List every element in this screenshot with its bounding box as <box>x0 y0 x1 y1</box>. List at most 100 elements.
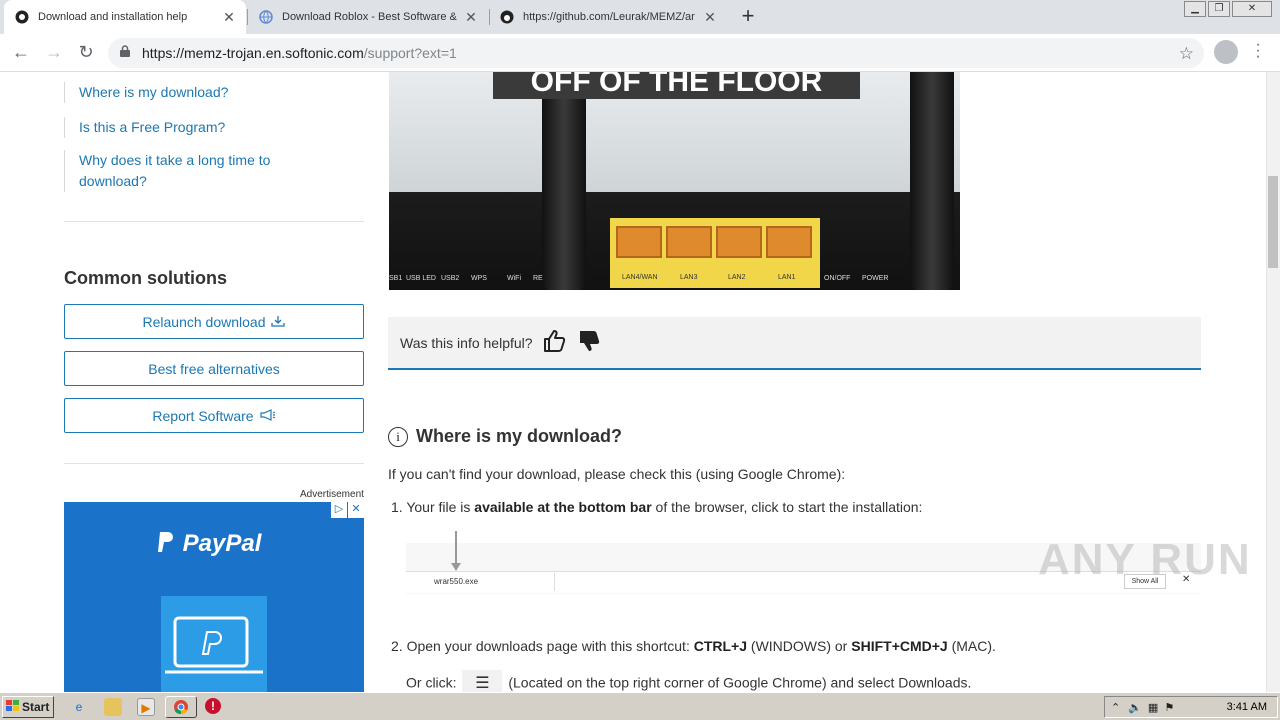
router-caption: OFF OF THE FLOOR <box>493 72 860 99</box>
tab-label: https://github.com/Leurak/MEMZ/ar <box>523 11 695 23</box>
chrome-menu-icon[interactable]: · · · <box>1250 37 1266 65</box>
step1-bold: available at the bottom bar <box>474 499 652 515</box>
globe-icon <box>258 9 274 25</box>
ad-choices[interactable]: ▷ ✕ <box>330 502 364 518</box>
panel-label: WiFi <box>507 275 521 282</box>
tray-expand-icon[interactable]: ⌃ <box>1111 701 1120 714</box>
paypal-logo: PayPal <box>156 530 261 558</box>
windows-taskbar: Start e ▶ ! ⌃ 🔈 ▦ ⚑ 3:41 AM <box>0 692 1280 720</box>
laptop-illustration <box>161 596 267 692</box>
helpful-feedback-box: Was this info helpful? <box>388 317 1201 370</box>
lan-port <box>716 226 762 258</box>
hamburger-menu-icon: ☰ <box>462 670 503 692</box>
port-label: LAN2 <box>728 274 746 281</box>
action-center-flag-icon[interactable]: ⚑ <box>1164 701 1174 714</box>
best-alternatives-button[interactable]: Best free alternatives <box>64 351 364 386</box>
info-icon: i <box>388 426 408 447</box>
sidebar-link-long-time[interactable]: Why does it take a long time to download… <box>64 150 270 192</box>
download-file-name: wrar550.exe <box>434 577 479 586</box>
tab-github-memz[interactable]: https://github.com/Leurak/MEMZ/ar ✕ <box>489 0 727 34</box>
tab-strip: Download and installation help ✕ Downloa… <box>0 0 1280 34</box>
reload-button[interactable]: ↻ <box>74 41 98 65</box>
forward-button[interactable]: → <box>42 41 66 65</box>
opera-icon[interactable]: ! <box>205 698 221 714</box>
antenna-right <box>910 72 954 290</box>
common-solutions-title: Common solutions <box>64 268 227 288</box>
panel-label: POWER <box>862 275 889 282</box>
network-icon[interactable]: ▦ <box>1148 701 1158 714</box>
window-close-button[interactable]: ✕ <box>1232 1 1272 17</box>
alternatives-label: Best free alternatives <box>148 360 280 377</box>
sidebar-link-line-1: Why does it take a long time to <box>79 152 271 168</box>
volume-icon[interactable]: 🔈 <box>1128 701 1142 714</box>
restore-button[interactable]: ❐ <box>1208 1 1230 17</box>
divider <box>64 221 364 222</box>
windows-logo-icon <box>6 699 20 715</box>
url-path: /support?ext=1 <box>363 45 457 61</box>
tab-label: Download and installation help <box>38 11 188 23</box>
strip-separator <box>554 573 555 591</box>
tab-separator <box>247 9 248 25</box>
media-player-icon[interactable]: ▶ <box>137 698 155 716</box>
chrome-taskbar-button[interactable] <box>165 696 197 718</box>
start-button[interactable]: Start <box>2 696 54 718</box>
step1-post: of the browser, click to start the insta… <box>651 499 923 515</box>
port-label: LAN4/WAN <box>622 274 658 281</box>
bookmark-star-icon[interactable]: ☆ <box>1179 44 1194 64</box>
system-tray: ⌃ 🔈 ▦ ⚑ 3:41 AM <box>1104 696 1278 718</box>
page-content: Where is my download? Is this a Free Pro… <box>0 72 1266 692</box>
close-icon[interactable]: ✕ <box>701 9 719 26</box>
new-tab-button[interactable]: + <box>737 5 759 28</box>
softonic-favicon-icon <box>14 9 30 25</box>
step2-key-windows: CTRL+J <box>693 638 748 654</box>
lan-port-panel: LAN4/WAN LAN3 LAN2 LAN1 <box>610 218 820 288</box>
adchoices-icon: ▷ <box>331 502 347 518</box>
step2-pre: 2. Open your downloads page with this sh… <box>391 638 694 654</box>
router-image: OFF OF THE FLOOR LAN4/WAN LAN3 LAN2 LAN1… <box>389 72 960 290</box>
lan-port <box>666 226 712 258</box>
step2b-pre: Or click: <box>406 674 461 691</box>
step-2b-text: Or click: ☰ (Located on the top right co… <box>406 670 971 692</box>
thumbs-down-icon[interactable] <box>578 329 602 359</box>
step2b-post: (Located on the top right corner of Goog… <box>504 674 972 691</box>
divider <box>64 463 364 464</box>
panel-label: ON/OFF <box>824 275 851 282</box>
lan-port <box>616 226 662 258</box>
panel-label: USB2 <box>441 275 460 282</box>
profile-avatar[interactable] <box>1214 40 1238 64</box>
url-host: https://memz-trojan.en.softonic.com <box>142 45 364 61</box>
address-bar[interactable]: https://memz-trojan.en.softonic.com/supp… <box>108 38 1204 68</box>
scrollbar-thumb[interactable] <box>1268 176 1278 268</box>
relaunch-label: Relaunch download <box>142 313 266 330</box>
close-icon[interactable]: ✕ <box>462 9 480 26</box>
back-button[interactable]: ← <box>9 41 33 65</box>
tab-download-roblox[interactable]: Download Roblox - Best Software & ✕ <box>248 0 488 34</box>
panel-label: RE <box>533 275 543 282</box>
minimize-button[interactable]: ▁ <box>1184 1 1206 17</box>
folder-icon[interactable] <box>104 698 122 716</box>
sidebar-link-line-2: download? <box>79 173 147 189</box>
tab-label: Download Roblox - Best Software & <box>282 11 457 23</box>
close-icon[interactable]: ✕ <box>220 9 238 26</box>
url-text: https://memz-trojan.en.softonic.com/supp… <box>142 45 457 61</box>
paypal-wordmark: PayPal <box>182 530 262 557</box>
thumbs-up-icon[interactable] <box>543 329 567 359</box>
sidebar-link-where-download[interactable]: Where is my download? <box>64 82 228 103</box>
step-1-text: 1. Your file is available at the bottom … <box>391 499 922 515</box>
internet-explorer-icon[interactable]: e <box>70 698 88 716</box>
antenna-left <box>542 72 586 290</box>
step2-mid: (WINDOWS) or <box>747 638 852 654</box>
sidebar-link-free-program[interactable]: Is this a Free Program? <box>64 117 225 138</box>
tab-download-help[interactable]: Download and installation help ✕ <box>4 0 246 34</box>
step-2-text: 2. Open your downloads page with this sh… <box>391 638 996 654</box>
paypal-advertisement[interactable]: ▷ ✕ PayPal <box>64 502 364 692</box>
relaunch-download-button[interactable]: Relaunch download <box>64 304 364 339</box>
report-software-button[interactable]: Report Software <box>64 398 364 433</box>
arrow-down-icon <box>451 563 461 571</box>
panel-label: WPS <box>471 275 487 282</box>
step2-post: (MAC). <box>947 638 996 654</box>
lan-port <box>766 226 812 258</box>
browser-toolbar: ← → ↻ https://memz-trojan.en.softonic.co… <box>0 34 1280 72</box>
scrollbar-track[interactable] <box>1266 72 1280 692</box>
step2-key-mac: SHIFT+CMD+J <box>851 638 948 654</box>
